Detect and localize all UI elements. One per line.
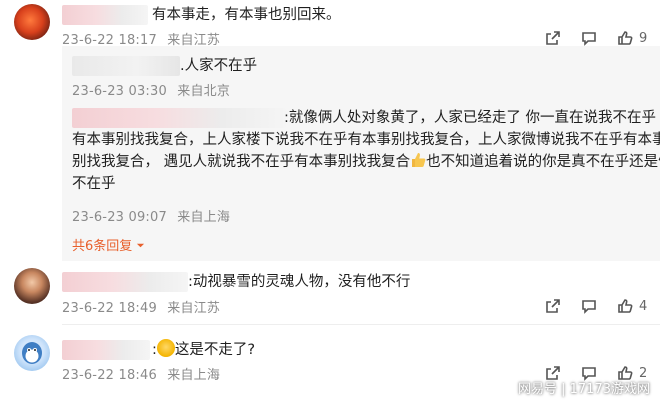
username-redacted [62, 340, 150, 360]
reply-text: .人家不在乎 [180, 58, 258, 74]
more-replies-label: 共6条回复 [72, 239, 133, 254]
comment-meta: 23-6-22 18:49 来自江苏 [62, 297, 220, 316]
reply-meta: 23-6-23 03:30 来自北京 [72, 80, 230, 99]
comment-text-body: 这是不走了? [174, 342, 256, 358]
comment-date: 23-6-22 18:49 [62, 301, 157, 316]
reply-line-4: 不在乎 [72, 176, 116, 192]
comment-text: :动视暴雪的灵魂人物，没有他不行 [188, 274, 411, 290]
reply-date: 23-6-23 09:07 [72, 210, 167, 225]
username-redacted [62, 272, 188, 292]
comment-text: : 这是不走了? [152, 339, 255, 361]
username-redacted [72, 108, 286, 128]
comment-actions: 9 [545, 30, 647, 46]
comment-icon[interactable] [581, 30, 597, 46]
divider [62, 324, 660, 325]
comment-text-body: 动视暴雪的灵魂人物，没有他不行 [192, 274, 411, 290]
comment-location: 来自江苏 [167, 301, 221, 316]
like-icon [618, 299, 633, 313]
smiley-emoji-icon [156, 339, 175, 357]
comment-location: 来自上海 [167, 368, 221, 383]
like-count: 4 [639, 298, 648, 314]
chevron-down-icon [137, 243, 145, 248]
comment-actions: 4 [545, 298, 647, 314]
reply-line-3-b: 也不知道追着说的你是真不在乎还是假 [426, 154, 660, 170]
username-redacted [72, 56, 180, 76]
username-redacted [62, 5, 148, 25]
more-replies-link[interactable]: 共6条回复 [72, 235, 145, 254]
like-button[interactable]: 4 [617, 298, 647, 314]
avatar[interactable] [14, 335, 50, 371]
comment-icon[interactable] [581, 298, 597, 314]
comment-text: 有本事走，有本事也别回来。 [152, 7, 341, 23]
like-icon [618, 31, 633, 45]
reply-line-3-a: 别找我复合， 遇见人就说我不在乎有本事别找我复合 [72, 154, 411, 170]
like-count: 9 [639, 30, 648, 46]
comment-meta: 23-6-22 18:46 来自上海 [62, 364, 220, 383]
comment-date: 23-6-22 18:46 [62, 368, 157, 383]
reply-location: 来自上海 [177, 210, 231, 225]
reply-line-2: 有本事别找我复合，上人家楼下说我不在乎有本事别找我复合，上人家微博说我不在乎有本… [72, 132, 660, 148]
watermark: 网易号 | 17173游戏网 [518, 382, 650, 397]
like-button[interactable]: 9 [617, 30, 647, 46]
reply-line-1: :就像俩人处对象黄了，人家已经走了 你一直在说我不在乎 [284, 110, 656, 126]
reply-meta: 23-6-23 09:07 来自上海 [72, 206, 230, 225]
reply-text-body: 人家不在乎 [184, 58, 258, 74]
mascot-icon [22, 342, 42, 364]
reply-line-3: 别找我复合， 遇见人就说我不在乎有本事别找我复合 也不知道追着说的你是真不在乎还是… [72, 151, 660, 173]
avatar[interactable] [14, 4, 50, 40]
reply-location: 来自北京 [177, 84, 231, 99]
reply-date: 23-6-23 03:30 [72, 84, 167, 99]
thumbs-up-emoji-icon [412, 153, 426, 167]
share-icon[interactable] [545, 298, 561, 314]
avatar[interactable] [14, 268, 50, 304]
share-icon[interactable] [545, 30, 561, 46]
